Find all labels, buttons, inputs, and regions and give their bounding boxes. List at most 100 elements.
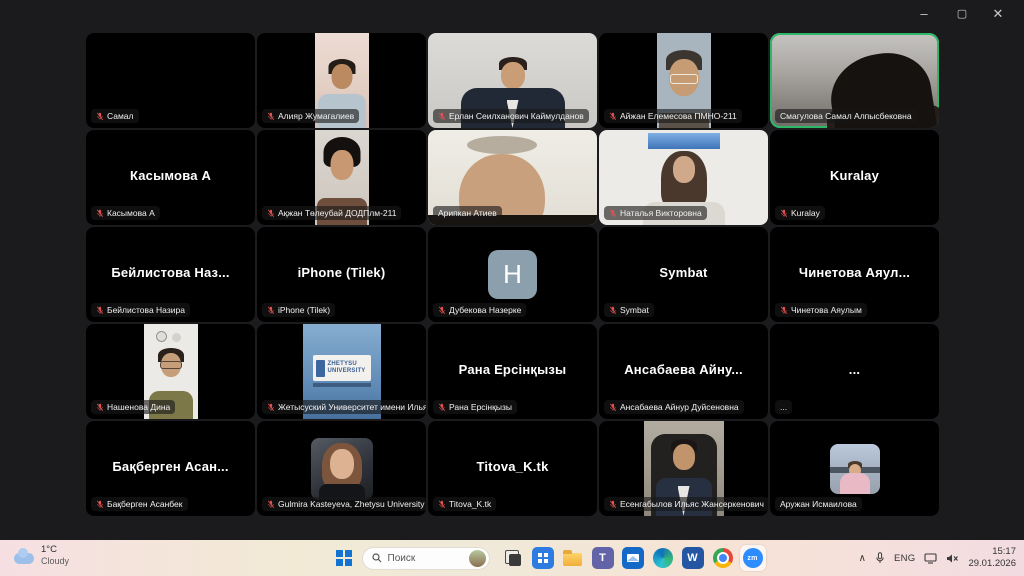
participant-name-label: iPhone (Tilek) <box>262 303 335 317</box>
participant-name-text: Смагулова Самал Алпысбековна <box>780 110 912 122</box>
participant-display-name: Бейлистова Наз... <box>86 265 255 280</box>
search-highlight-thumbnail <box>469 550 486 567</box>
participant-name-label: Смагулова Самал Алпысбековна <box>775 109 917 123</box>
weather-widget[interactable]: 1°C Cloudy <box>14 544 69 567</box>
participant-tile[interactable]: Ерлан Сеилханович Каймулданов <box>428 33 597 128</box>
taskbar-apps: T Wzm <box>498 545 768 571</box>
network-icon[interactable] <box>924 553 937 564</box>
participant-name-text: Бейлистова Назира <box>107 304 185 316</box>
participant-name-text: Касымова А <box>107 207 155 219</box>
maximize-button[interactable]: ▢ <box>950 4 974 24</box>
windows-taskbar: 1°C Cloudy Поиск T Wzm ∧ <box>0 540 1024 576</box>
participant-name-label: Ақжан Төлеубай ДОДПлм-211 <box>262 206 401 220</box>
participant-letter-avatar: H <box>488 250 537 299</box>
muted-mic-icon <box>780 306 788 315</box>
participant-name-label: Gulmira Kasteyeva, Zhetysu University <box>262 497 426 511</box>
muted-mic-icon <box>438 112 446 121</box>
participant-display-name: iPhone (Tilek) <box>257 265 426 280</box>
participant-name-label: Айжан Елемесова ПМНО-211 <box>604 109 742 123</box>
participant-name-text: Алияр Жумагалиев <box>278 110 354 122</box>
microphone-tray-icon[interactable] <box>875 552 885 564</box>
participant-name-label: Рана Ерсінқызы <box>433 400 517 414</box>
search-box[interactable]: Поиск <box>362 547 490 570</box>
weather-condition: Cloudy <box>41 556 69 567</box>
clock[interactable]: 15:17 29.01.2026 <box>968 546 1016 570</box>
muted-mic-icon <box>609 403 617 412</box>
participant-tile[interactable]: Ақжан Төлеубай ДОДПлм-211 <box>257 130 426 225</box>
muted-mic-icon <box>267 403 275 412</box>
participant-tile[interactable]: Аружан Исмаилова <box>770 421 939 516</box>
cloud-icon <box>14 553 34 564</box>
participant-name-text: Арипкан Атиев <box>438 207 497 219</box>
participant-name-label: Наталья Викторовна <box>604 206 707 220</box>
volume-muted-icon[interactable] <box>946 553 959 564</box>
participant-name-text: Symbat <box>620 304 649 316</box>
zoom-icon[interactable]: zm <box>740 545 766 571</box>
word-icon[interactable]: W <box>680 545 706 571</box>
participant-tile[interactable]: H Дубекова Назерке <box>428 227 597 322</box>
participant-name-text: Есенгабылов Ильяс Жансеркенович <box>620 498 764 510</box>
muted-mic-icon <box>780 209 788 218</box>
participant-tile[interactable]: Смагулова Самал Алпысбековна <box>770 33 939 128</box>
muted-mic-icon <box>267 306 275 315</box>
participant-tile[interactable]: SymbatSymbat <box>599 227 768 322</box>
file-explorer-icon[interactable] <box>560 545 586 571</box>
close-button[interactable]: ✕ <box>986 4 1010 24</box>
participant-display-name: Чинетова Аяул... <box>770 265 939 280</box>
participant-tile[interactable]: ZHETYSUUNIVERSITYЖетысуский Университет … <box>257 324 426 419</box>
task-view-icon[interactable] <box>500 545 526 571</box>
outlook-icon[interactable] <box>620 545 646 571</box>
participant-tile[interactable]: ...... <box>770 324 939 419</box>
start-button[interactable] <box>336 550 352 566</box>
participant-avatar-photo <box>830 444 880 494</box>
participant-tile[interactable]: Алияр Жумагалиев <box>257 33 426 128</box>
participant-tile[interactable]: Бейлистова Наз... Бейлистова Назира <box>86 227 255 322</box>
participant-name-text: Gulmira Kasteyeva, Zhetysu University <box>278 498 424 510</box>
participant-tile[interactable]: Нашенова Дина <box>86 324 255 419</box>
participant-display-name: Рана Ерсінқызы <box>428 362 597 377</box>
participant-tile[interactable]: Самал <box>86 33 255 128</box>
participant-tile[interactable]: Ансабаева Айну...Ансабаева Айнур Дуйсено… <box>599 324 768 419</box>
minimize-button[interactable]: – <box>912 4 936 24</box>
participant-name-label: Нашенова Дина <box>91 400 175 414</box>
participant-name-label: Titova_K.tk <box>433 497 496 511</box>
muted-mic-icon <box>609 112 617 121</box>
teams-icon[interactable]: T <box>590 545 616 571</box>
participant-name-label: Бейлистова Назира <box>91 303 190 317</box>
hidden-icons-chevron-icon[interactable]: ∧ <box>859 553 866 564</box>
participant-tile[interactable]: KuralayKuralay <box>770 130 939 225</box>
participant-grid: Самал Алияр Жумагалиев Ерлан Сеилханович К… <box>86 33 939 516</box>
participant-name-text: Дубекова Назерке <box>449 304 521 316</box>
store-icon[interactable] <box>530 545 556 571</box>
participant-name-label: Дубекова Назерке <box>433 303 526 317</box>
participant-name-label: Касымова А <box>91 206 160 220</box>
participant-name-label: Аружан Исмаилова <box>775 497 862 511</box>
participant-tile[interactable]: Касымова АКасымова А <box>86 130 255 225</box>
participant-name-text: Самал <box>107 110 134 122</box>
participant-tile[interactable]: Наталья Викторовна <box>599 130 768 225</box>
participant-name-text: Айжан Елемесова ПМНО-211 <box>620 110 737 122</box>
participant-display-name: Titova_K.tk <box>428 459 597 474</box>
zoom-meeting-window: – ▢ ✕ Самал Алияр Жумагалиев Ерлан Сеилхан… <box>0 0 1024 576</box>
participant-tile[interactable]: Titova_K.tk Titova_K.tk <box>428 421 597 516</box>
participant-name-text: Бақберген Асанбек <box>107 498 183 510</box>
participant-tile[interactable]: Арипкан Атиев <box>428 130 597 225</box>
participant-tile[interactable]: Бақберген Асан...Бақберген Асанбек <box>86 421 255 516</box>
participant-tile[interactable]: iPhone (Tilek) iPhone (Tilek) <box>257 227 426 322</box>
muted-mic-icon <box>96 500 104 509</box>
university-emblem-icon <box>316 360 325 377</box>
window-titlebar: – ▢ ✕ <box>0 0 1024 33</box>
muted-mic-icon <box>609 209 617 218</box>
muted-mic-icon <box>267 209 275 218</box>
participant-name-text: Ақжан Төлеубай ДОДПлм-211 <box>278 207 396 219</box>
participant-tile[interactable]: Рана Ерсінқызы Рана Ерсінқызы <box>428 324 597 419</box>
participant-tile[interactable]: Чинетова Аяул...Чинетова Аяулым <box>770 227 939 322</box>
participant-name-text: Kuralay <box>791 207 820 219</box>
taskbar-center: Поиск T Wzm <box>336 540 768 576</box>
participant-tile[interactable]: Айжан Елемесова ПМНО-211 <box>599 33 768 128</box>
language-indicator[interactable]: ENG <box>894 553 916 564</box>
participant-tile[interactable]: Есенгабылов Ильяс Жансеркенович <box>599 421 768 516</box>
chrome-icon[interactable] <box>710 545 736 571</box>
edge-icon[interactable] <box>650 545 676 571</box>
participant-tile[interactable]: Gulmira Kasteyeva, Zhetysu University <box>257 421 426 516</box>
